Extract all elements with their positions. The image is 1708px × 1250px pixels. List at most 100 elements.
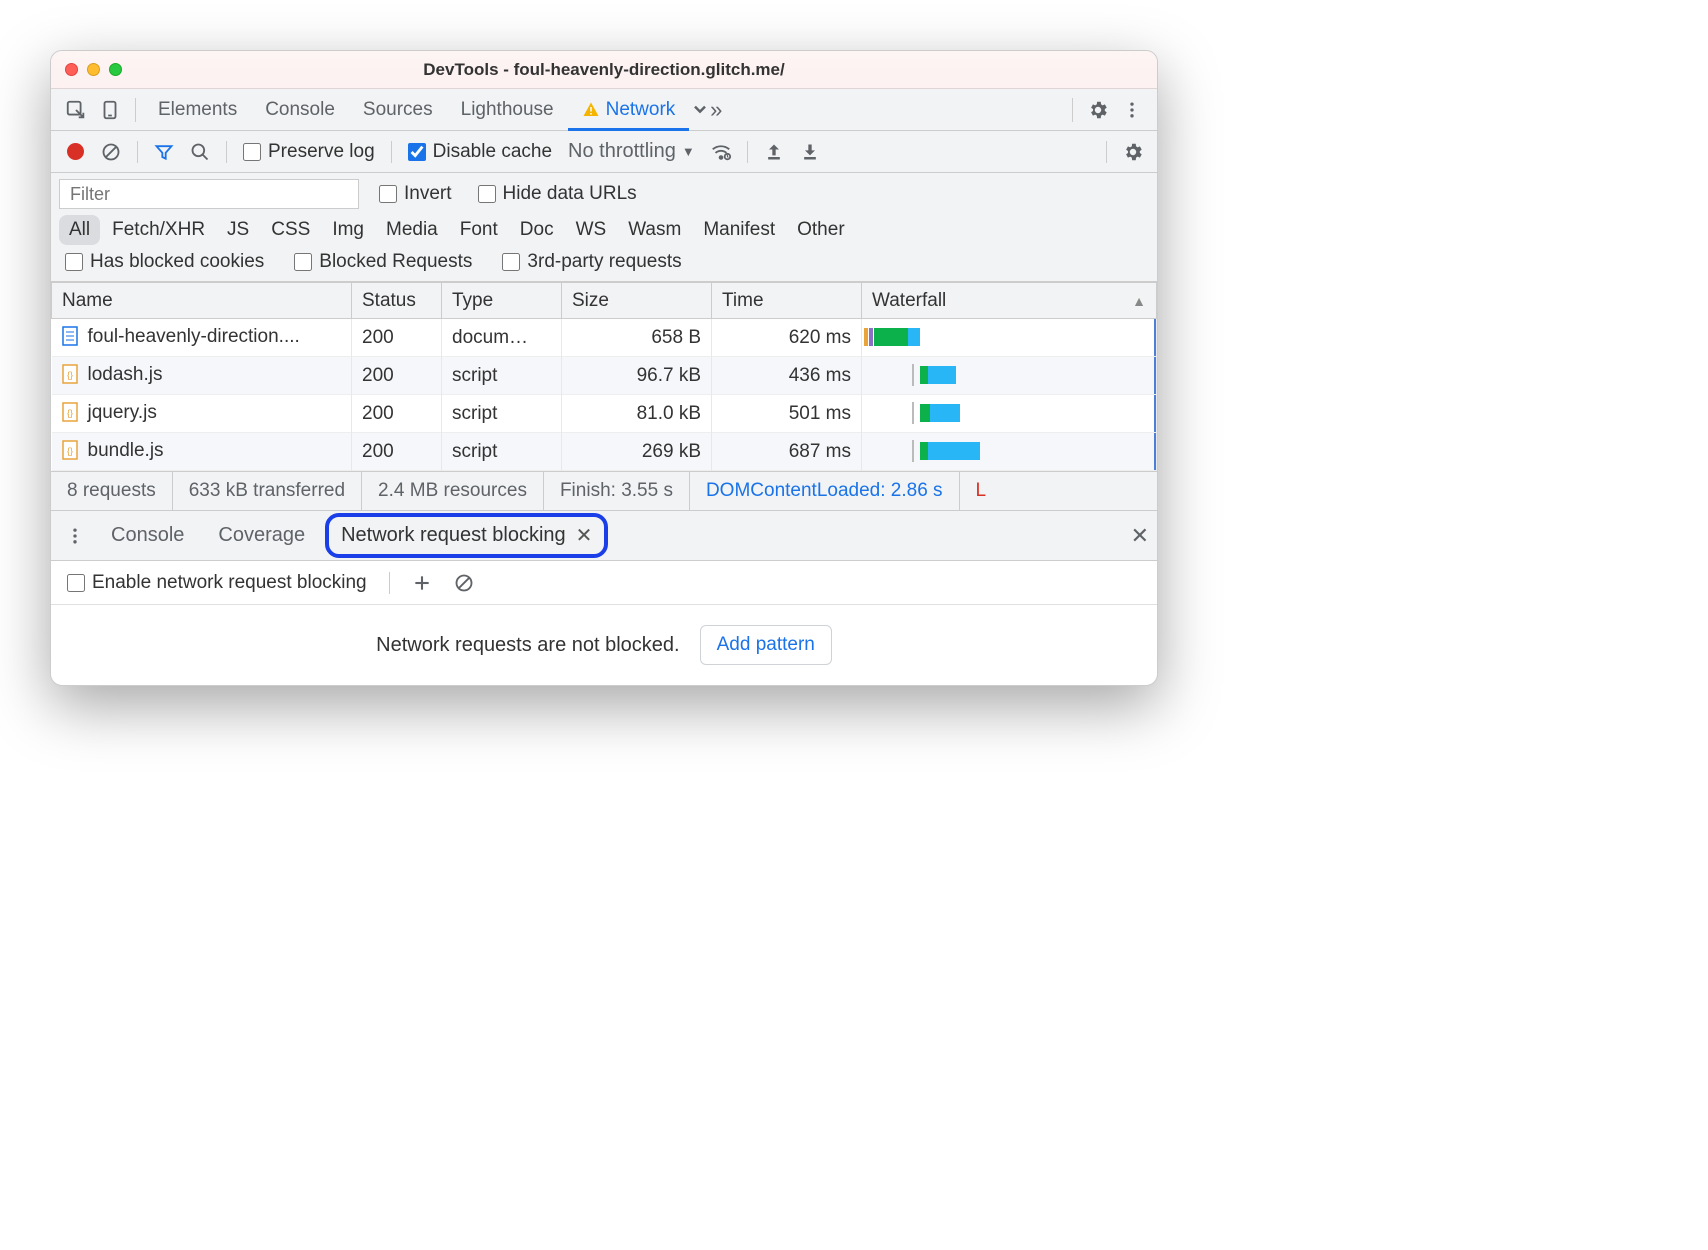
type-filter-font[interactable]: Font xyxy=(450,215,508,245)
summary-finish: Finish: 3.55 s xyxy=(544,472,690,510)
preserve-log-checkbox[interactable]: Preserve log xyxy=(237,141,381,163)
type-filter-ws[interactable]: WS xyxy=(566,215,617,245)
remove-all-patterns-icon[interactable] xyxy=(448,567,480,599)
devtools-window: DevTools - foul-heavenly-direction.glitc… xyxy=(50,50,1158,686)
script-icon: {} xyxy=(62,402,80,424)
table-row[interactable]: {} bundle.js 200script269 kB687 ms xyxy=(52,433,1157,471)
chevron-down-icon: ▼ xyxy=(682,144,695,159)
waterfall-bar xyxy=(862,433,1157,471)
main-tabs: Elements Console Sources Lighthouse Netw… xyxy=(51,89,1157,131)
request-time: 620 ms xyxy=(712,319,862,357)
request-type: script xyxy=(442,433,562,471)
invert-checkbox[interactable]: Invert xyxy=(373,183,458,205)
request-size: 269 kB xyxy=(562,433,712,471)
request-status: 200 xyxy=(352,319,442,357)
drawer-menu-icon[interactable] xyxy=(59,520,91,552)
svg-text:{}: {} xyxy=(66,446,72,456)
summary-bar: 8 requests 633 kB transferred 2.4 MB res… xyxy=(51,471,1157,511)
request-status: 200 xyxy=(352,433,442,471)
type-filter-fetch-xhr[interactable]: Fetch/XHR xyxy=(102,215,215,245)
type-filter-media[interactable]: Media xyxy=(376,215,448,245)
request-type: script xyxy=(442,357,562,395)
type-filter-css[interactable]: CSS xyxy=(261,215,320,245)
request-size: 81.0 kB xyxy=(562,395,712,433)
blocked-requests-checkbox[interactable]: Blocked Requests xyxy=(288,251,478,273)
type-filter-wasm[interactable]: Wasm xyxy=(618,215,691,245)
titlebar: DevTools - foul-heavenly-direction.glitc… xyxy=(51,51,1157,89)
network-conditions-icon[interactable] xyxy=(705,136,737,168)
header-waterfall[interactable]: Waterfall▲ xyxy=(862,283,1157,319)
waterfall-bar xyxy=(862,395,1157,433)
network-settings-icon[interactable] xyxy=(1117,136,1149,168)
disable-cache-checkbox[interactable]: Disable cache xyxy=(402,141,558,163)
tab-network[interactable]: Network xyxy=(568,89,690,131)
table-row[interactable]: {}lodash.js200script96.7 kB436 ms xyxy=(52,357,1157,395)
summary-requests: 8 requests xyxy=(51,472,173,510)
filter-input[interactable] xyxy=(59,179,359,209)
waterfall-bar xyxy=(862,319,1157,357)
request-size: 96.7 kB xyxy=(562,357,712,395)
download-har-icon[interactable] xyxy=(794,136,826,168)
hide-data-urls-checkbox[interactable]: Hide data URLs xyxy=(472,183,643,205)
summary-transferred: 633 kB transferred xyxy=(173,472,362,510)
more-tabs-icon[interactable]: » xyxy=(689,93,723,127)
type-filter-img[interactable]: Img xyxy=(322,215,374,245)
preserve-log-label: Preserve log xyxy=(268,141,375,163)
tab-elements[interactable]: Elements xyxy=(144,89,251,131)
request-name: bundle.js xyxy=(88,441,164,462)
kebab-menu-icon[interactable] xyxy=(1115,93,1149,127)
request-time: 687 ms xyxy=(712,433,862,471)
tab-lighthouse[interactable]: Lighthouse xyxy=(447,89,568,131)
filter-bar: Invert Hide data URLs AllFetch/XHRJSCSSI… xyxy=(51,173,1157,282)
settings-icon[interactable] xyxy=(1081,93,1115,127)
request-size: 658 B xyxy=(562,319,712,357)
summary-load: L xyxy=(960,472,1003,510)
drawer-tab-console[interactable]: Console xyxy=(97,524,198,547)
drawer-content: Network requests are not blocked. Add pa… xyxy=(51,605,1157,685)
tab-console[interactable]: Console xyxy=(251,89,349,131)
table-row[interactable]: foul-heavenly-direction.... 200docum…658 … xyxy=(52,319,1157,357)
tab-sources[interactable]: Sources xyxy=(349,89,447,131)
warning-icon xyxy=(582,101,600,119)
inspect-icon[interactable] xyxy=(59,93,93,127)
header-time[interactable]: Time xyxy=(712,283,862,319)
record-button[interactable] xyxy=(59,136,91,168)
svg-text:{}: {} xyxy=(66,408,72,418)
drawer-tabs: Console Coverage Network request blockin… xyxy=(51,511,1157,561)
type-filter-all[interactable]: All xyxy=(59,215,100,245)
type-filter-other[interactable]: Other xyxy=(787,215,855,245)
device-toggle-icon[interactable] xyxy=(93,93,127,127)
add-pattern-button[interactable]: Add pattern xyxy=(700,625,832,665)
throttling-dropdown[interactable]: No throttling ▼ xyxy=(562,140,701,163)
header-status[interactable]: Status xyxy=(352,283,442,319)
type-filter-doc[interactable]: Doc xyxy=(510,215,564,245)
clear-icon[interactable] xyxy=(95,136,127,168)
header-size[interactable]: Size xyxy=(562,283,712,319)
document-icon xyxy=(62,326,80,348)
request-type: script xyxy=(442,395,562,433)
request-type: docum… xyxy=(442,319,562,357)
drawer-tab-network-request-blocking[interactable]: Network request blocking ✕ xyxy=(325,513,608,558)
type-filter-manifest[interactable]: Manifest xyxy=(693,215,785,245)
table-row[interactable]: {}jquery.js200script81.0 kB501 ms xyxy=(52,395,1157,433)
type-filter-js[interactable]: JS xyxy=(217,215,259,245)
throttling-label: No throttling xyxy=(568,140,676,163)
add-pattern-icon[interactable] xyxy=(406,567,438,599)
drawer-tab-coverage[interactable]: Coverage xyxy=(204,524,319,547)
summary-resources: 2.4 MB resources xyxy=(362,472,544,510)
request-status: 200 xyxy=(352,357,442,395)
close-tab-icon[interactable]: ✕ xyxy=(576,523,593,548)
request-name: foul-heavenly-direction.... xyxy=(88,327,300,348)
request-time: 436 ms xyxy=(712,357,862,395)
third-party-checkbox[interactable]: 3rd-party requests xyxy=(496,251,687,273)
search-icon[interactable] xyxy=(184,136,216,168)
header-type[interactable]: Type xyxy=(442,283,562,319)
enable-blocking-checkbox[interactable]: Enable network request blocking xyxy=(61,572,373,594)
header-name[interactable]: Name xyxy=(52,283,352,319)
has-blocked-cookies-checkbox[interactable]: Has blocked cookies xyxy=(59,251,270,273)
close-drawer-icon[interactable]: ✕ xyxy=(1131,523,1149,549)
filter-toggle-icon[interactable] xyxy=(148,136,180,168)
disable-cache-label: Disable cache xyxy=(433,141,552,163)
upload-har-icon[interactable] xyxy=(758,136,790,168)
request-name: lodash.js xyxy=(88,365,163,386)
